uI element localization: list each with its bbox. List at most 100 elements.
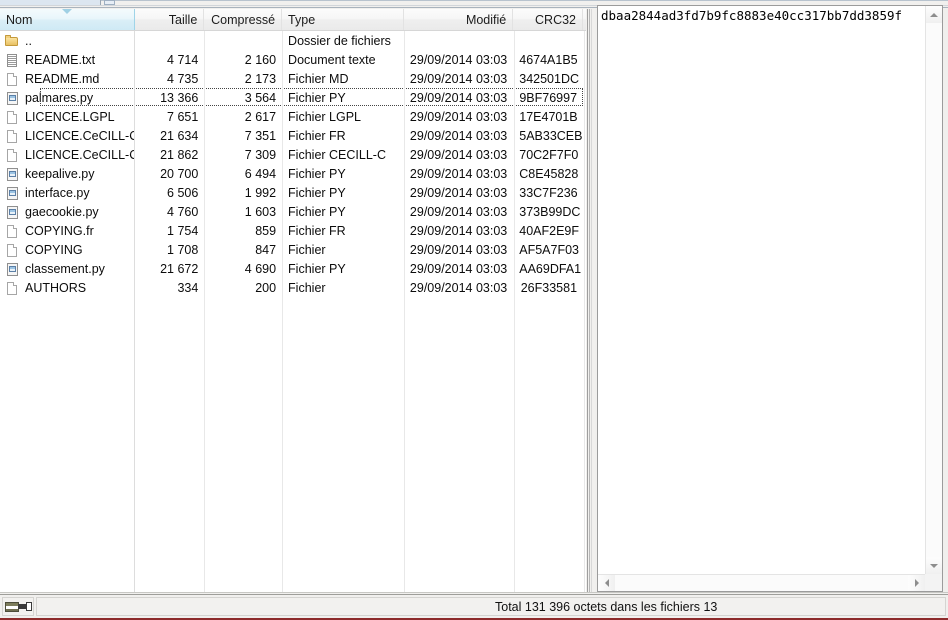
cell-type: Fichier MD — [288, 71, 349, 86]
blank-file-icon — [5, 148, 19, 162]
key-icon — [18, 601, 32, 613]
cell-name: interface.py — [0, 186, 135, 200]
cell-mod: 29/09/2014 03:03 — [409, 242, 508, 257]
cell-name: LICENCE.CeCILL-C.fr — [0, 129, 135, 143]
cell-type: Fichier FR — [288, 128, 346, 143]
status-bar-divider-top2 — [0, 594, 948, 595]
file-name-label: gaecookie.py — [25, 204, 99, 219]
cell-comp: 7 309 — [244, 147, 277, 162]
cell-crc: 26F33581 — [520, 280, 578, 295]
python-file-icon — [5, 91, 19, 105]
cell-name: README.txt — [0, 53, 135, 67]
cell-size: 21 672 — [160, 261, 199, 276]
python-file-icon — [5, 167, 19, 181]
cell-size: 334 — [177, 280, 199, 295]
column-header-type[interactable]: Type — [282, 9, 404, 30]
cell-mod: 29/09/2014 03:03 — [409, 90, 508, 105]
table-row[interactable]: COPYING.fr 1 754 859 Fichier FR 29/09/2014 0… — [0, 221, 595, 240]
cell-mod: 29/09/2014 03:03 — [409, 204, 508, 219]
cell-comp: 2 160 — [244, 52, 277, 67]
cell-size: 6 506 — [167, 185, 199, 200]
cell-mod: 29/09/2014 03:03 — [409, 166, 508, 181]
cell-crc: 33C7F236 — [519, 185, 578, 200]
cell-crc: 342501DC — [519, 71, 580, 86]
cell-type: Fichier FR — [288, 223, 346, 238]
table-row[interactable]: COPYING 1 708 847 Fichier 29/09/2014 03:03 AF… — [0, 240, 595, 259]
file-name-label: COPYING.fr — [25, 223, 94, 238]
python-file-icon — [5, 186, 19, 200]
column-header-size-label: Taille — [168, 12, 198, 27]
file-name-label: README.txt — [25, 52, 96, 67]
cell-mod: 29/09/2014 03:03 — [409, 109, 508, 124]
comment-horizontal-scrollbar[interactable] — [598, 574, 925, 591]
cell-name: AUTHORS — [0, 281, 135, 295]
table-row[interactable]: LICENCE.CeCILL-C 21 862 7 309 Fichier CECIL… — [0, 145, 595, 164]
cell-mod: 29/09/2014 03:03 — [409, 261, 508, 276]
cell-crc: AA69DFA1 — [519, 261, 582, 276]
scroll-up-button[interactable] — [926, 6, 942, 23]
table-row[interactable]: palmares.py 13 366 3 564 Fichier PY 29/09/20… — [0, 88, 595, 107]
table-row[interactable]: keepalive.py 20 700 6 494 Fichier PY 29/09/2… — [0, 164, 595, 183]
table-row[interactable]: AUTHORS 334 200 Fichier 29/09/2014 03:03 26F3… — [0, 278, 595, 297]
blank-file-icon — [5, 72, 19, 86]
cell-size: 13 366 — [160, 90, 199, 105]
column-header-modified-label: Modifié — [465, 12, 507, 27]
cell-crc: 373B99DC — [519, 204, 581, 219]
scroll-left-button[interactable] — [598, 575, 615, 591]
cell-crc: 40AF2E9F — [519, 223, 580, 238]
cell-type: Fichier PY — [288, 185, 346, 200]
table-row[interactable]: README.txt 4 714 2 160 Document texte 29/09/… — [0, 50, 595, 69]
column-header-crc32[interactable]: CRC32 — [513, 9, 584, 30]
comment-vertical-scroll-track[interactable] — [926, 23, 942, 557]
archive-manager-window: Nom Taille Compressé Type Modifié CRC32 … — [0, 0, 948, 620]
cell-comp: 6 494 — [244, 166, 277, 181]
comment-text-area[interactable]: dbaa2844ad3fd7b9fc8883e40cc317bb7dd3859f — [598, 6, 925, 574]
panel-splitter[interactable] — [586, 9, 595, 592]
file-list-panel[interactable]: Nom Taille Compressé Type Modifié CRC32 … — [0, 9, 595, 592]
cell-type: Fichier CECILL-C — [288, 147, 386, 162]
column-header-size[interactable]: Taille — [135, 9, 205, 30]
table-row[interactable]: gaecookie.py 4 760 1 603 Fichier PY 29/09/20… — [0, 202, 595, 221]
cell-type: Document texte — [288, 52, 376, 67]
table-row[interactable]: interface.py 6 506 1 992 Fichier PY 29/09/20… — [0, 183, 595, 202]
scroll-right-button[interactable] — [908, 575, 925, 591]
cell-size: 21 862 — [160, 147, 199, 162]
scrollbar-corner — [925, 574, 942, 591]
table-row[interactable]: classement.py 21 672 4 690 Fichier PY 29/09/… — [0, 259, 595, 278]
cell-size: 21 634 — [160, 128, 199, 143]
cell-name: README.md — [0, 72, 135, 86]
cell-size: 1 708 — [167, 242, 199, 257]
comment-text-panel[interactable]: dbaa2844ad3fd7b9fc8883e40cc317bb7dd3859f — [597, 5, 943, 592]
column-header-name[interactable]: Nom — [0, 9, 135, 30]
file-list-rows[interactable]: .. Dossier de fichiers README.txt 4 714 2 16… — [0, 31, 595, 591]
status-bar: Total 131 396 octets dans les fichiers 1… — [0, 592, 948, 620]
cell-comp: 859 — [255, 223, 277, 238]
cell-mod: 29/09/2014 03:03 — [409, 185, 508, 200]
cell-comp: 2 173 — [244, 71, 277, 86]
file-name-label: COPYING — [25, 242, 83, 257]
comment-horizontal-scroll-track[interactable] — [615, 575, 908, 591]
column-header-compressed[interactable]: Compressé — [204, 9, 283, 30]
text-file-icon — [5, 53, 19, 67]
column-header-modified[interactable]: Modifié — [404, 9, 514, 30]
table-row[interactable]: LICENCE.LGPL 7 651 2 617 Fichier LGPL 29/09/… — [0, 107, 595, 126]
table-row[interactable]: .. Dossier de fichiers — [0, 31, 595, 50]
comment-vertical-scrollbar[interactable] — [925, 6, 942, 574]
table-row[interactable]: README.md 4 735 2 173 Fichier MD 29/09/2014 … — [0, 69, 595, 88]
chrome-divider-top — [0, 0, 948, 1]
status-bar-icons-pane[interactable] — [2, 597, 34, 616]
cell-mod: 29/09/2014 03:03 — [409, 223, 508, 238]
column-header-name-label: Nom — [6, 12, 33, 27]
cell-comp: 200 — [255, 280, 277, 295]
blank-file-icon — [5, 281, 19, 295]
python-file-icon — [5, 205, 19, 219]
scroll-down-button[interactable] — [926, 557, 942, 574]
cell-type: Fichier LGPL — [288, 109, 361, 124]
cell-type: Fichier PY — [288, 166, 346, 181]
cell-size: 4 735 — [167, 71, 199, 86]
cell-comp: 3 564 — [244, 90, 277, 105]
cell-size: 4 760 — [167, 204, 199, 219]
table-row[interactable]: LICENCE.CeCILL-C.fr 21 634 7 351 Fichier FR… — [0, 126, 595, 145]
status-bar-info-pane: Total 131 396 octets dans les fichiers 1… — [36, 597, 946, 616]
cell-name: COPYING — [0, 243, 135, 257]
